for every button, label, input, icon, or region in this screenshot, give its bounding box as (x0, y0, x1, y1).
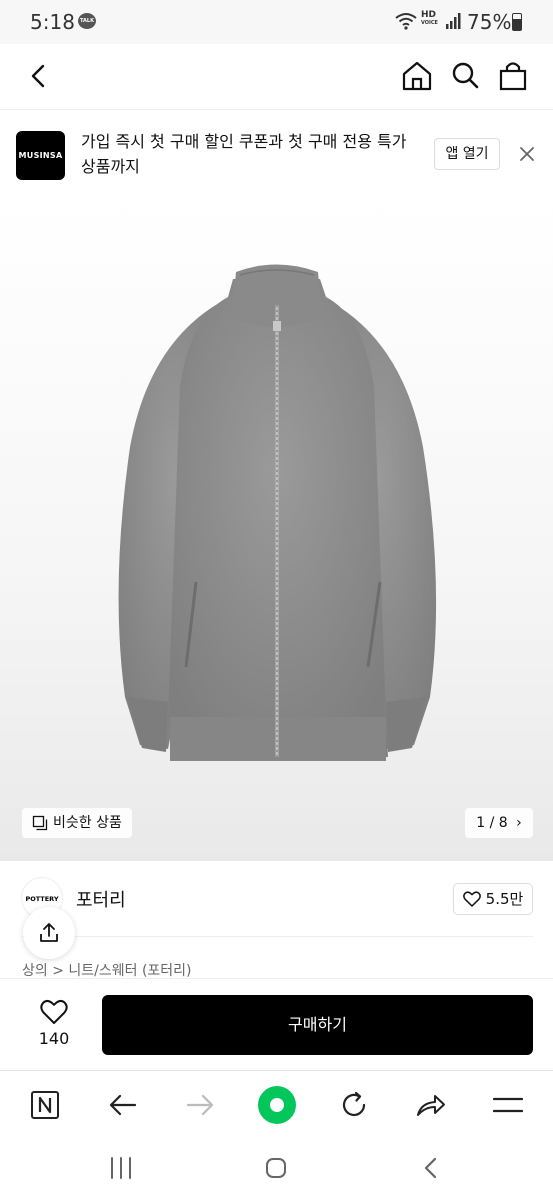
image-pager[interactable]: 1 / 8 › (465, 808, 533, 838)
share-icon[interactable] (411, 1085, 451, 1125)
divider (22, 936, 533, 937)
brand-like-button[interactable]: 5.5만 (453, 883, 533, 915)
similar-products-button[interactable]: 비슷한 상품 (22, 808, 132, 838)
back-chevron-icon[interactable] (420, 1156, 442, 1180)
android-nav-bar (0, 1136, 553, 1200)
home-circle-icon[interactable] (264, 1156, 288, 1180)
home-icon[interactable] (399, 58, 435, 94)
wishlist-button[interactable]: 140 (26, 997, 82, 1055)
app-promo-banner: MUSINSA 가입 즉시 첫 구매 할인 쿠폰과 첫 구매 전용 특가 상품까… (0, 111, 553, 197)
similar-icon (32, 815, 48, 831)
brand-name[interactable]: 포터리 (76, 886, 126, 912)
page-header (0, 44, 553, 110)
share-upload-icon (40, 923, 58, 942)
signal-icon (446, 13, 461, 29)
back-arrow-icon[interactable] (103, 1085, 143, 1125)
breadcrumb[interactable]: 상의 > 니트/스웨터 (포터리) (22, 960, 192, 980)
battery-icon (512, 13, 522, 31)
voice-label: VOICE (421, 20, 438, 26)
heart-icon (40, 999, 68, 1024)
wifi-icon (395, 13, 417, 30)
search-icon[interactable] (447, 58, 483, 94)
product-image[interactable]: 비슷한 상품 1 / 8 › (0, 197, 553, 861)
status-time: 5:18 (30, 10, 75, 34)
hd-voice-icon: HD VOICE (421, 11, 438, 27)
heart-icon (462, 891, 481, 907)
hd-label: HD (421, 10, 437, 20)
wishlist-count: 140 (38, 1029, 70, 1048)
status-bar: 5:18 TALK HD VOICE 75% (0, 0, 553, 44)
browser-toolbar (0, 1070, 553, 1136)
similar-products-label: 비슷한 상품 (53, 815, 122, 831)
green-dot-icon[interactable] (257, 1085, 297, 1125)
promo-text: 가입 즉시 첫 구매 할인 쿠폰과 첫 구매 전용 특가 상품까지 (81, 132, 407, 176)
buy-button[interactable]: 구매하기 (102, 995, 533, 1055)
naver-icon[interactable] (25, 1085, 65, 1125)
musinsa-logo: MUSINSA (16, 131, 65, 180)
share-button[interactable] (23, 907, 75, 959)
brand-like-count: 5.5만 (485, 890, 524, 908)
sweater-image (118, 264, 437, 761)
open-app-button[interactable]: 앱 열기 (434, 138, 500, 170)
back-icon[interactable] (20, 58, 56, 94)
battery-percent: 75% (467, 10, 512, 34)
close-icon[interactable] (517, 144, 537, 164)
pager-text: 1 / 8 (476, 815, 508, 831)
buy-bar: 140 구매하기 (0, 978, 553, 1070)
forward-arrow-icon[interactable] (180, 1085, 220, 1125)
chevron-right-icon: › (516, 815, 522, 831)
talk-notification-icon: TALK (78, 13, 96, 29)
recents-icon[interactable] (108, 1156, 134, 1180)
refresh-icon[interactable] (334, 1085, 374, 1125)
bag-icon[interactable] (495, 58, 531, 94)
menu-icon[interactable] (488, 1085, 528, 1125)
